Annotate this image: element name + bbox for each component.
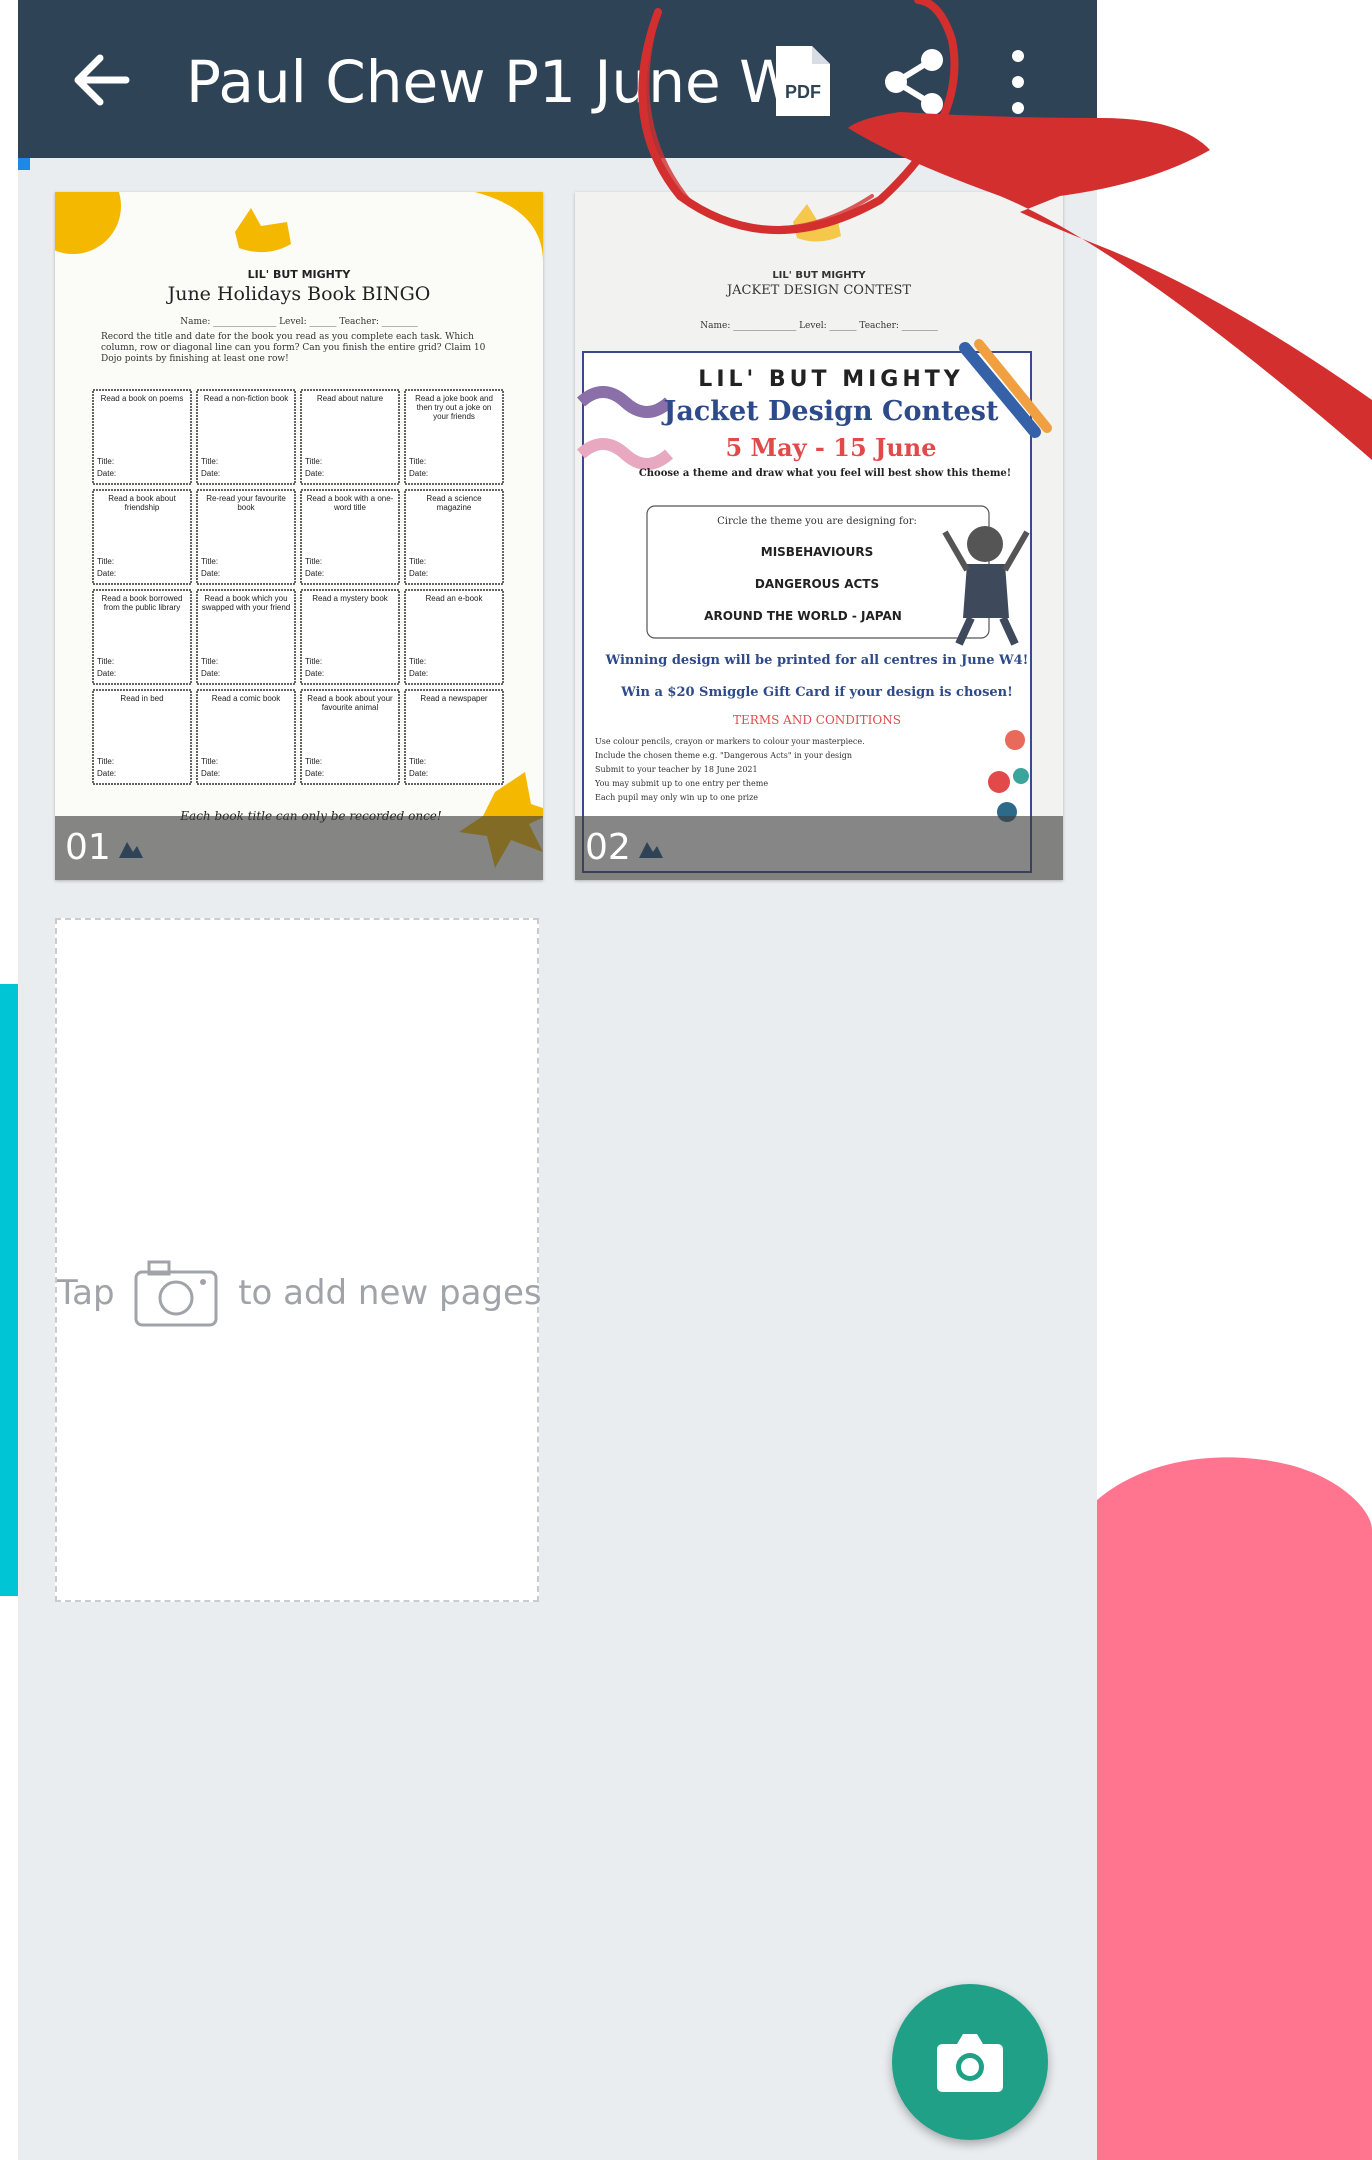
bingo-cell-title-label: Title: — [201, 457, 218, 466]
page-number: 02 — [585, 827, 631, 868]
bingo-cell-date-label: Date: — [409, 669, 428, 678]
bingo-cell-date-label: Date: — [305, 769, 324, 778]
bingo-cell-title-label: Title: — [305, 757, 322, 766]
page-thumbnail-01[interactable]: LIL' BUT MIGHTY June Holidays Book BINGO… — [55, 192, 543, 880]
bingo-cell-title-label: Title: — [409, 557, 426, 566]
bingo-cell-date-label: Date: — [409, 569, 428, 578]
page-thumbnail-footer: 02 — [575, 816, 1063, 880]
bingo-cell-date-label: Date: — [201, 469, 220, 478]
pdf-file-icon[interactable]: PDF — [772, 42, 834, 120]
bingo-task-text: Read a book borrowed from the public lib… — [101, 594, 183, 612]
theme-2: DANGEROUS ACTS — [755, 577, 879, 591]
bingo-task-text: Read a comic book — [211, 694, 281, 703]
bingo-task-text: Read a joke book and then try out a joke… — [415, 394, 493, 421]
bingo-cell-date-label: Date: — [409, 769, 428, 778]
crop-edit-icon[interactable] — [117, 836, 143, 860]
add-page-hint-before: Tap — [57, 1273, 115, 1313]
camera-outline-icon[interactable] — [133, 1258, 219, 1328]
bingo-cell-title-label: Title: — [97, 757, 114, 766]
app-bar: Paul Chew P1 June W1 PDF — [18, 0, 1097, 158]
camera-icon — [937, 2034, 1003, 2092]
bingo-instructions: Record the title and date for the book y… — [101, 332, 486, 364]
poster-title: Jacket Design Contest — [662, 396, 999, 427]
bingo-task-text: Read a non-fiction book — [203, 394, 289, 403]
bingo-brand: LIL' BUT MIGHTY — [248, 268, 352, 281]
bingo-task-text: Read an e-book — [425, 594, 483, 603]
theme-3: AROUND THE WORLD - JAPAN — [704, 609, 902, 623]
poster-dates: 5 May - 15 June — [725, 433, 936, 462]
contest-brand: LIL' BUT MIGHTY — [772, 270, 866, 281]
bingo-cell-title-label: Title: — [97, 657, 114, 666]
bingo-cell-title-label: Title: — [409, 757, 426, 766]
bingo-cell-date-label: Date: — [305, 669, 324, 678]
bingo-cell-title-label: Title: — [201, 757, 218, 766]
loading-indicator — [18, 158, 30, 170]
add-page-hint-after: to add new pages — [238, 1273, 542, 1313]
camera-fab-button[interactable] — [892, 1984, 1048, 2140]
bingo-cell-title-label: Title: — [305, 657, 322, 666]
bingo-cell-date-label: Date: — [201, 669, 220, 678]
bingo-cell-date-label: Date: — [305, 569, 324, 578]
bingo-cell-date-label: Date: — [201, 769, 220, 778]
document-title[interactable]: Paul Chew P1 June W1 — [186, 44, 833, 120]
add-page-placeholder[interactable]: Tap to add new pages — [55, 918, 542, 1602]
bingo-cell-date-label: Date: — [97, 569, 116, 578]
bingo-cell-date-label: Date: — [97, 469, 116, 478]
bingo-cell-title-label: Title: — [409, 457, 426, 466]
bingo-task-text: Read a book on poems — [100, 394, 184, 403]
bingo-title: June Holidays Book BINGO — [166, 283, 431, 305]
crop-edit-icon[interactable] — [637, 836, 663, 860]
phone-screen: Paul Chew P1 June W1 PDF LIL' BUT MIGHTY — [18, 0, 1097, 2160]
bingo-cell-title-label: Title: — [305, 457, 322, 466]
poster-term-5: Each pupil may only win up to one prize — [595, 793, 758, 802]
bingo-task-text: Read a book which you swapped with your … — [201, 594, 291, 612]
poster-term-2: Include the chosen theme e.g. "Dangerous… — [595, 751, 852, 760]
bingo-cell-title-label: Title: — [305, 557, 322, 566]
bingo-task-text: Re-read your favourite book — [206, 494, 286, 512]
pdf-icon-label: PDF — [785, 82, 821, 102]
bingo-cell-title-label: Title: — [201, 657, 218, 666]
bingo-task-text: Read a science magazine — [426, 494, 482, 512]
contest-page-image: LIL' BUT MIGHTY JACKET DESIGN CONTEST Na… — [575, 192, 1063, 880]
add-page-hint: Tap to add new pages — [57, 1258, 542, 1328]
theme-1: MISBEHAVIOURS — [761, 545, 874, 559]
poster-term-4: You may submit up to one entry per theme — [594, 779, 768, 788]
bingo-cell-title-label: Title: — [201, 557, 218, 566]
bingo-cell-date-label: Date: — [201, 569, 220, 578]
bingo-task-text: Read about nature — [316, 394, 384, 403]
poster-terms-heading: TERMS AND CONDITIONS — [733, 713, 901, 727]
share-icon[interactable] — [876, 44, 952, 120]
page-thumbnail-02[interactable]: LIL' BUT MIGHTY JACKET DESIGN CONTEST Na… — [575, 192, 1063, 880]
bingo-task-text: Read a mystery book — [312, 594, 388, 603]
poster-term-3: Submit to your teacher by 18 June 2021 — [595, 765, 758, 774]
bingo-task-text: Read a book about friendship — [108, 494, 176, 512]
bingo-cell-date-label: Date: — [97, 669, 116, 678]
poster-circle-text: Circle the theme you are designing for: — [717, 516, 917, 527]
bingo-task-text: Read a newspaper — [420, 694, 488, 703]
bingo-task-text: Read in bed — [120, 694, 164, 703]
bingo-cell-date-label: Date: — [97, 769, 116, 778]
bingo-name-line: Name: ______________ Level: ______ Teach… — [180, 317, 418, 327]
bingo-cell-title-label: Title: — [97, 457, 114, 466]
poster-prize-text: Win a $20 Smiggle Gift Card if your desi… — [620, 685, 1013, 700]
bingo-cell-title-label: Title: — [409, 657, 426, 666]
bingo-cell-title-label: Title: — [97, 557, 114, 566]
more-vertical-icon[interactable] — [1000, 44, 1036, 120]
poster-term-1: Use colour pencils, crayon or markers to… — [595, 737, 865, 746]
bingo-cell-date-label: Date: — [305, 469, 324, 478]
bingo-task-text: Read a book with a one-word title — [306, 494, 394, 512]
poster-choose-text: Choose a theme and draw what you feel wi… — [638, 468, 1012, 479]
arrow-left-icon[interactable] — [62, 40, 142, 120]
bingo-cell-date-label: Date: — [409, 469, 428, 478]
contest-subtitle: JACKET DESIGN CONTEST — [725, 283, 911, 298]
poster-winning-text: Winning design will be printed for all c… — [605, 653, 1029, 668]
page-thumbnail-footer: 01 — [55, 816, 543, 880]
contest-name-line: Name: ______________ Level: ______ Teach… — [700, 321, 938, 331]
poster-brand: LIL' BUT MIGHTY — [698, 367, 963, 392]
page-number: 01 — [65, 827, 111, 868]
bingo-page-image: LIL' BUT MIGHTY June Holidays Book BINGO… — [55, 192, 543, 880]
bingo-task-text: Read a book about your favourite animal — [307, 694, 393, 712]
